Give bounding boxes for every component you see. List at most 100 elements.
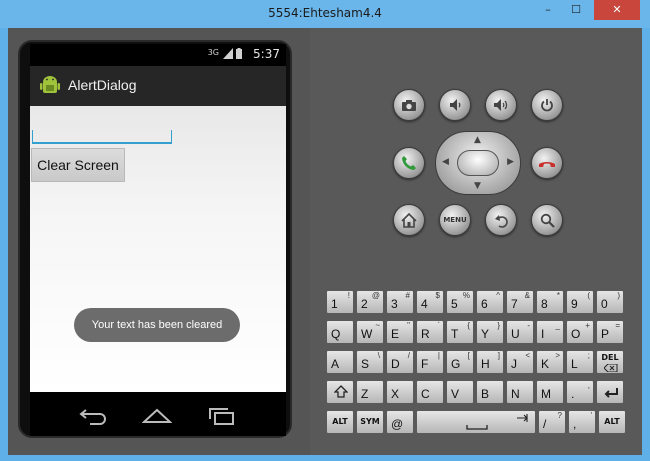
key-n[interactable]: N [506, 380, 534, 404]
volume-down-button[interactable] [439, 89, 471, 121]
alt-key[interactable]: ALT [326, 410, 354, 434]
dpad-left-icon[interactable]: ◀ [442, 157, 449, 167]
key-4[interactable]: 4 $ [416, 290, 444, 314]
key-d[interactable]: D / [386, 350, 414, 374]
toast-message: Your text has been cleared [74, 308, 240, 342]
key-f[interactable]: F | [416, 350, 444, 374]
power-icon [541, 99, 553, 112]
nav-home-icon[interactable] [142, 404, 172, 426]
key-9[interactable]: 9( [566, 290, 594, 314]
camera-button[interactable] [393, 89, 425, 121]
key-symbol[interactable]: , ' [568, 410, 596, 434]
key-main-label: X [391, 387, 400, 401]
search-icon [540, 213, 555, 228]
dpad[interactable]: ▲ ▼ ◀ ▶ [435, 131, 521, 195]
enter-icon [604, 388, 618, 398]
key-[interactable]: ., [566, 380, 594, 404]
nav-recents-icon[interactable] [206, 404, 236, 426]
key-y[interactable]: Y} [476, 320, 504, 344]
nav-back-icon[interactable] [78, 404, 108, 426]
key-u[interactable]: U- [506, 320, 534, 344]
alt-key-label: ALT [604, 417, 620, 426]
key-main-label: O [571, 327, 581, 341]
emulator-window: 5554:Ehtesham4.4 – ☐ ✕ 3G 5:37 AlertDial… [0, 0, 650, 461]
key-main-label: 6 [481, 297, 488, 311]
dpad-right-icon[interactable]: ▶ [507, 157, 514, 167]
key-symbol[interactable]: /? [538, 410, 566, 434]
key-p[interactable]: P = [596, 320, 624, 344]
key-5[interactable]: 5% [446, 290, 474, 314]
clock: 5:37 [253, 47, 280, 61]
alt-key[interactable]: ALT [598, 410, 626, 434]
key-b[interactable]: B [476, 380, 504, 404]
key-symbol[interactable]: @ [386, 410, 414, 434]
key-j[interactable]: J < [506, 350, 534, 374]
key-alt-label: | [437, 351, 440, 360]
clear-screen-button[interactable]: Clear Screen [31, 148, 125, 182]
key-o[interactable]: O + [566, 320, 594, 344]
key-s[interactable]: S \ [356, 350, 384, 374]
enter-key[interactable] [596, 380, 624, 404]
key-alt-label: # [405, 291, 410, 300]
menu-button[interactable]: MENU [439, 204, 471, 236]
close-button[interactable]: ✕ [594, 0, 640, 20]
key-x[interactable]: X [386, 380, 414, 404]
key-h[interactable]: H] [476, 350, 504, 374]
key-g[interactable]: G[ [446, 350, 474, 374]
key-z[interactable]: Z [356, 380, 384, 404]
menu-label: MENU [443, 216, 467, 224]
key-a[interactable]: A [326, 350, 354, 374]
back-button[interactable] [485, 204, 517, 236]
signal-bars-icon [222, 48, 233, 59]
dpad-center-button[interactable] [457, 150, 499, 176]
key-m[interactable]: M [536, 380, 564, 404]
key-main-label: C [421, 387, 430, 401]
key-0[interactable]: 0) [596, 290, 624, 314]
key-c[interactable]: C [416, 380, 444, 404]
call-button[interactable] [393, 147, 425, 179]
key-alt-label: ( [587, 291, 590, 300]
key-q[interactable]: Q [326, 320, 354, 344]
key-main-label: F [421, 357, 429, 371]
delete-key[interactable]: DEL [596, 350, 624, 374]
volume-up-button[interactable] [485, 89, 517, 121]
key-6[interactable]: 6 ^ [476, 290, 504, 314]
key-k[interactable]: K > [536, 350, 564, 374]
space-key[interactable] [416, 410, 536, 434]
key-alt-label: - [527, 321, 530, 330]
camera-icon [402, 100, 416, 111]
key-7[interactable]: 7 & [506, 290, 534, 314]
power-button[interactable] [531, 89, 563, 121]
key-t[interactable]: T{ [446, 320, 474, 344]
key-1[interactable]: 1! [326, 290, 354, 314]
key-alt-label: + [585, 321, 590, 330]
shift-icon [334, 385, 348, 398]
app-screen: Clear Screen Your text has been cleared [30, 106, 286, 392]
key-w[interactable]: W ~ [356, 320, 384, 344]
minimize-button[interactable]: – [534, 0, 562, 20]
end-call-button[interactable] [531, 147, 563, 179]
dpad-down-icon[interactable]: ▼ [474, 181, 481, 191]
text-input[interactable] [32, 130, 172, 144]
dpad-up-icon[interactable]: ▲ [474, 135, 481, 145]
key-r[interactable]: R ` [416, 320, 444, 344]
action-bar: AlertDialog [30, 66, 286, 106]
key-v[interactable]: V [446, 380, 474, 404]
key-8[interactable]: 8 * [536, 290, 564, 314]
key-main-label: G [451, 357, 461, 371]
space-icon [466, 414, 528, 430]
home-button[interactable] [393, 204, 425, 236]
backspace-icon [604, 364, 618, 372]
key-3[interactable]: 3 # [386, 290, 414, 314]
key-l[interactable]: L; [566, 350, 594, 374]
key-i[interactable]: I _ [536, 320, 564, 344]
key-main-label: D [391, 357, 400, 371]
app-title: AlertDialog [68, 77, 137, 93]
key-main-label: 0 [601, 297, 608, 311]
maximize-button[interactable]: ☐ [562, 0, 590, 20]
key-2[interactable]: 2 @ [356, 290, 384, 314]
search-button[interactable] [531, 204, 563, 236]
key-e[interactable]: E " [386, 320, 414, 344]
shift-key[interactable] [326, 380, 354, 404]
sym-key[interactable]: SYM [356, 410, 384, 434]
